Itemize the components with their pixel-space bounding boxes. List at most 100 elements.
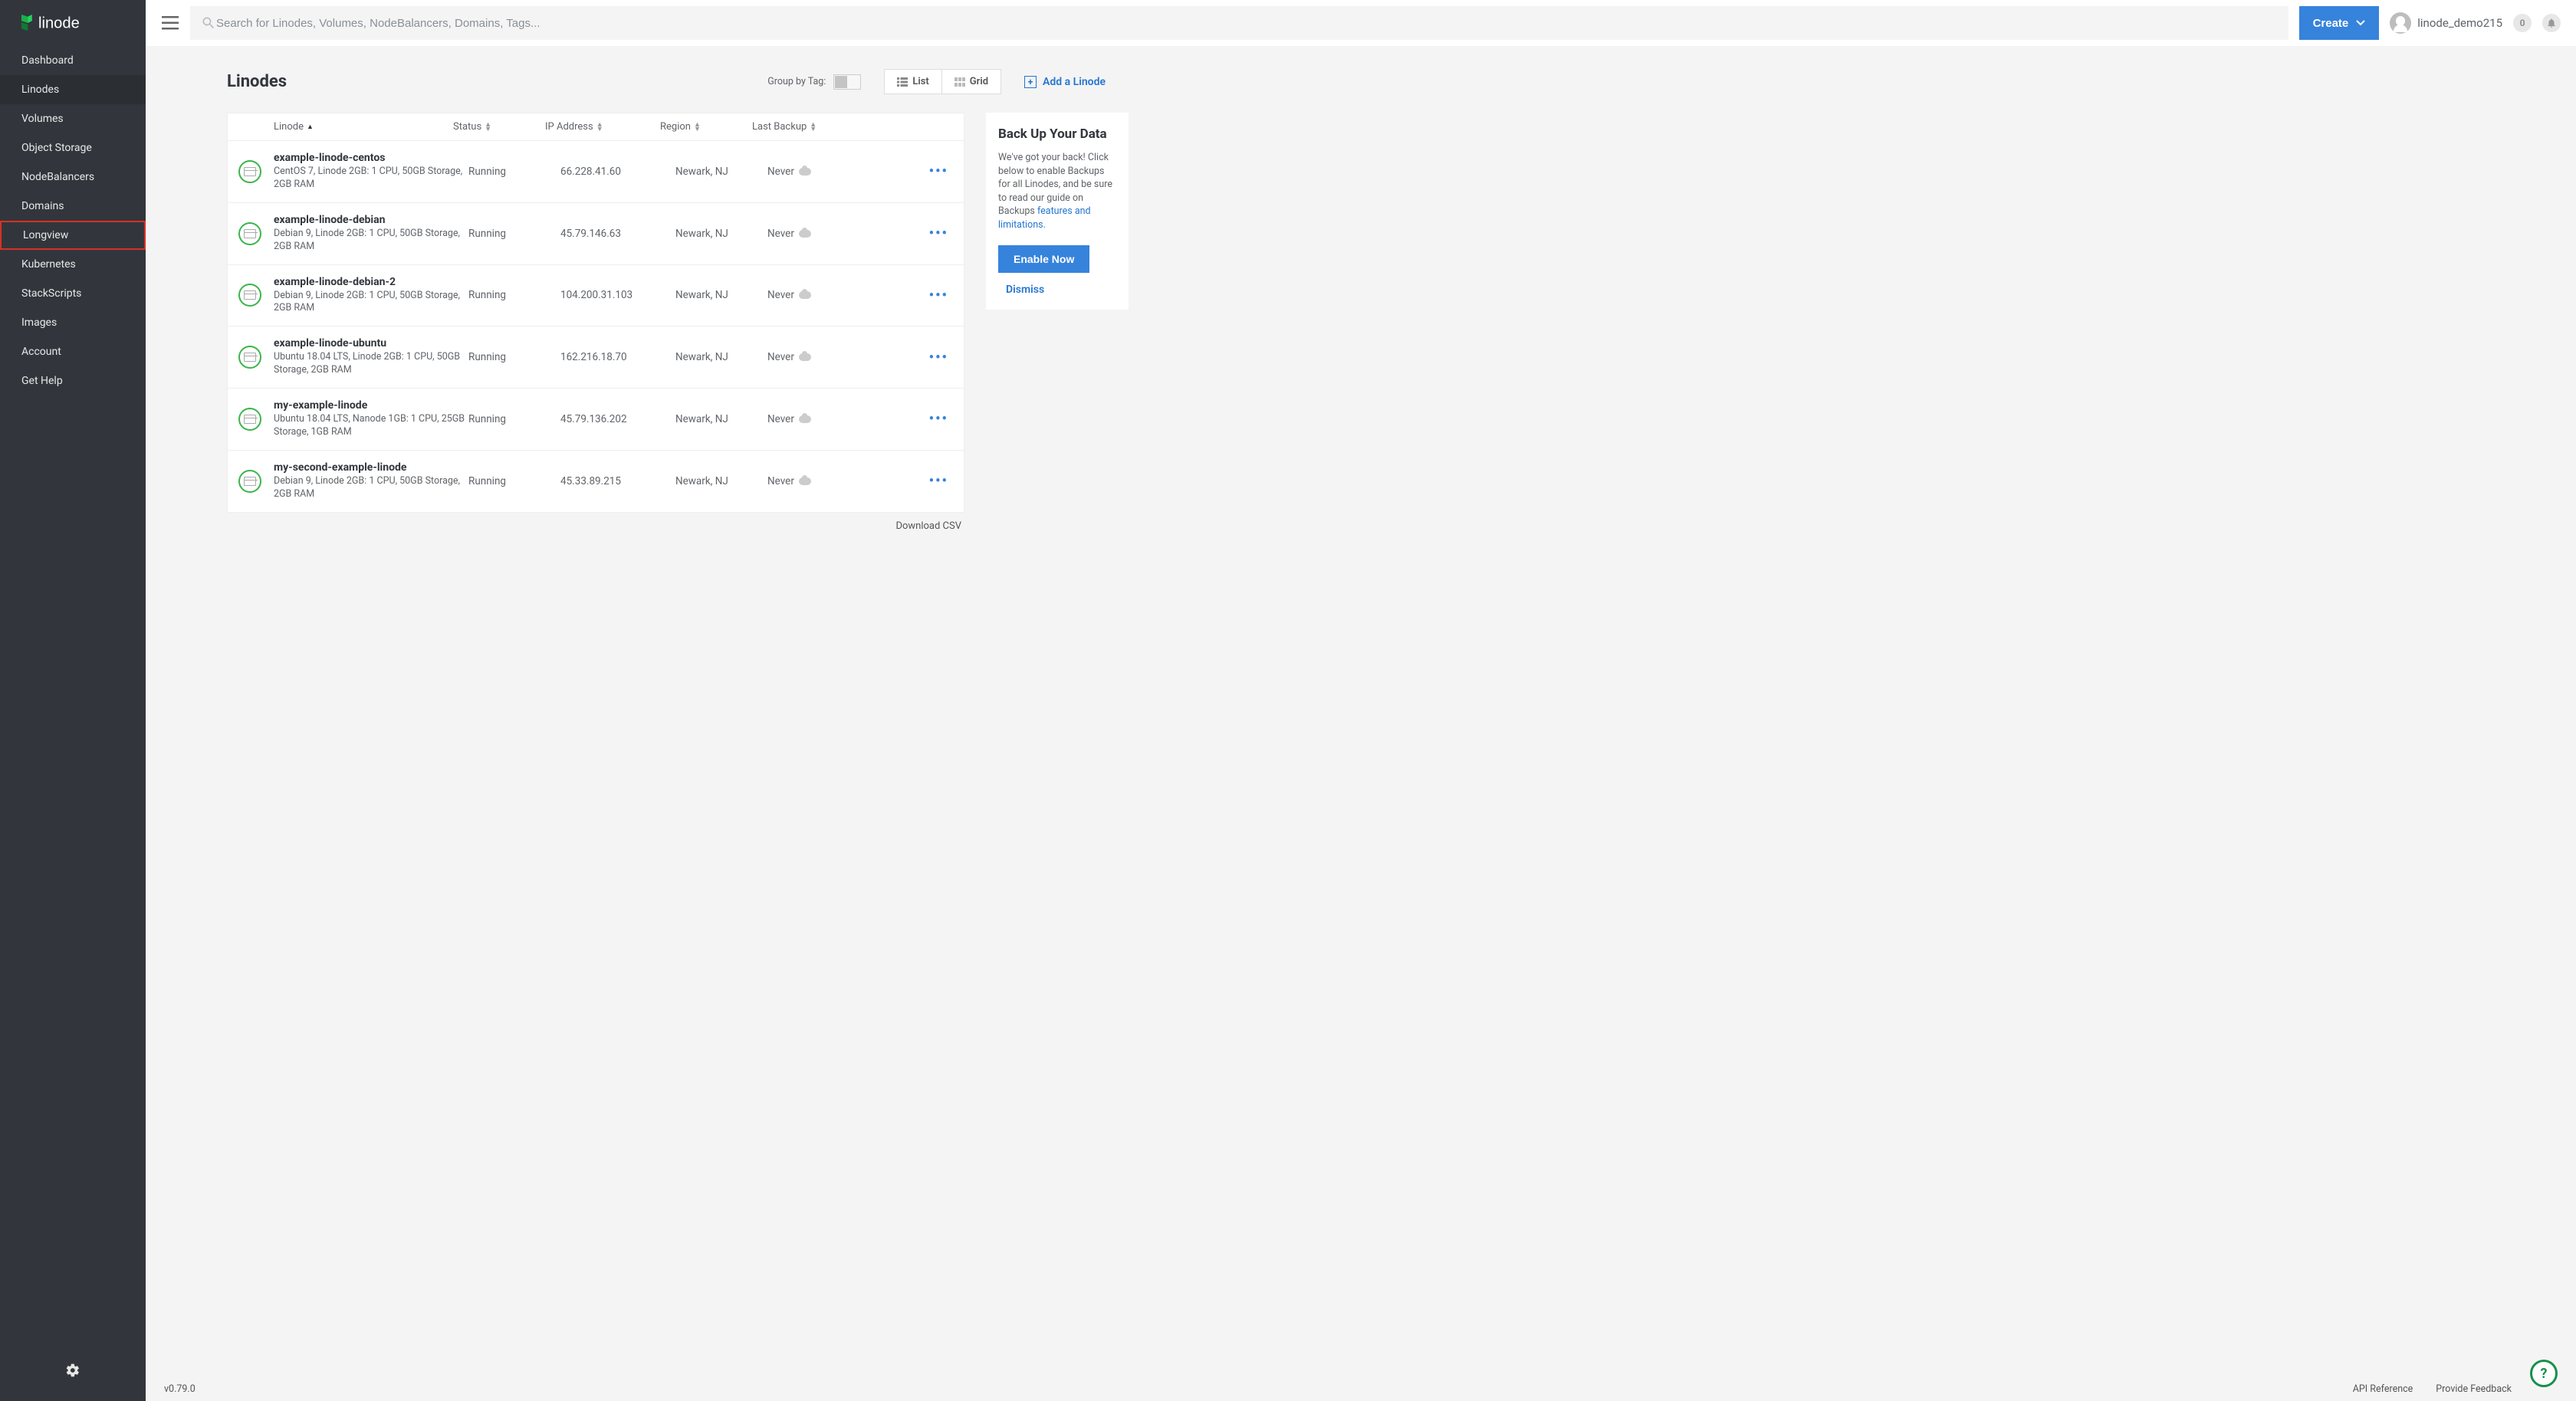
api-reference-link[interactable]: API Reference	[2353, 1383, 2413, 1395]
notification-count[interactable]: 0	[2513, 14, 2532, 32]
table-row[interactable]: my-second-example-linodeDebian 9, Linode…	[228, 451, 964, 512]
server-icon	[238, 408, 261, 431]
enable-backups-button[interactable]: Enable Now	[998, 245, 1089, 273]
backup-card-text: We've got your back! Click below to enab…	[998, 151, 1116, 231]
server-icon	[238, 470, 261, 493]
view-toggle: List Grid	[884, 69, 1001, 94]
sidebar-item-volumes[interactable]: Volumes	[0, 104, 146, 133]
search-input[interactable]	[216, 17, 2278, 30]
sidebar-item-domains[interactable]: Domains	[0, 192, 146, 221]
table-header: Linode▲ Status▲▼ IP Address▲▼ Region▲▼ L…	[228, 113, 964, 141]
svg-text:linode: linode	[38, 15, 80, 31]
user-menu[interactable]: linode_demo215	[2390, 12, 2502, 34]
sidebar-item-stackscripts[interactable]: StackScripts	[0, 279, 146, 308]
group-by-label: Group by Tag:	[767, 76, 826, 87]
plus-icon: +	[1024, 76, 1037, 88]
group-by-tag: Group by Tag:	[767, 74, 861, 90]
linode-name[interactable]: my-example-linode	[274, 399, 468, 412]
row-actions-menu[interactable]: •••	[929, 411, 948, 427]
create-button[interactable]: Create	[2299, 6, 2380, 40]
linode-region: Newark, NJ	[675, 413, 767, 425]
linode-spec: Ubuntu 18.04 LTS, Nanode 1GB: 1 CPU, 25G…	[274, 413, 468, 439]
server-icon	[238, 160, 261, 183]
linode-ip: 45.79.146.63	[560, 228, 675, 240]
linode-region: Newark, NJ	[675, 228, 767, 240]
view-grid-button[interactable]: Grid	[941, 70, 1001, 94]
table-row[interactable]: example-linode-debianDebian 9, Linode 2G…	[228, 203, 964, 265]
chevron-down-icon	[2356, 20, 2365, 26]
table-row[interactable]: example-linode-ubuntuUbuntu 18.04 LTS, L…	[228, 326, 964, 389]
linode-ip: 45.33.89.215	[560, 475, 675, 487]
cloud-icon	[799, 230, 811, 238]
download-csv[interactable]: Download CSV	[227, 513, 964, 532]
linode-status: Running	[468, 475, 560, 487]
question-icon: ?	[2541, 1366, 2548, 1382]
backup-card-title: Back Up Your Data	[998, 126, 1116, 142]
sidebar-item-linodes[interactable]: Linodes	[0, 75, 146, 104]
linode-name[interactable]: example-linode-centos	[274, 152, 468, 164]
version-label: v0.79.0	[164, 1383, 196, 1395]
linode-backup: Never	[767, 166, 859, 178]
sidebar-item-account[interactable]: Account	[0, 337, 146, 366]
col-status[interactable]: Status▲▼	[453, 121, 545, 133]
row-actions-menu[interactable]: •••	[929, 349, 948, 366]
help-fab[interactable]: ?	[2530, 1360, 2558, 1387]
row-actions-menu[interactable]: •••	[929, 473, 948, 489]
cloud-icon	[799, 168, 811, 176]
linode-spec: Debian 9, Linode 2GB: 1 CPU, 50GB Storag…	[274, 475, 468, 501]
backup-card: Back Up Your Data We've got your back! C…	[986, 113, 1129, 310]
linode-ip: 66.228.41.60	[560, 166, 675, 178]
sidebar-item-object-storage[interactable]: Object Storage	[0, 133, 146, 162]
list-icon	[897, 77, 908, 87]
linode-region: Newark, NJ	[675, 166, 767, 178]
col-ip[interactable]: IP Address▲▼	[545, 121, 660, 133]
table-row[interactable]: example-linode-centos CentOS 7, Linode 2G…	[228, 141, 964, 203]
sidebar-item-get-help[interactable]: Get Help	[0, 366, 146, 395]
hamburger-icon	[162, 16, 179, 30]
sidebar-item-kubernetes[interactable]: Kubernetes	[0, 250, 146, 279]
linode-ip: 162.216.18.70	[560, 351, 675, 363]
row-actions-menu[interactable]: •••	[929, 287, 948, 303]
linodes-table: Linode▲ Status▲▼ IP Address▲▼ Region▲▼ L…	[227, 113, 964, 513]
linode-status: Running	[468, 289, 560, 301]
sidebar-item-nodebalancers[interactable]: NodeBalancers	[0, 162, 146, 192]
group-by-toggle[interactable]	[833, 74, 861, 90]
header: Create linode_demo215 0	[146, 0, 2576, 46]
linode-ip: 45.79.136.202	[560, 413, 675, 425]
table-row[interactable]: example-linode-debian-2Debian 9, Linode …	[228, 265, 964, 327]
cloud-icon	[799, 477, 811, 485]
linode-status: Running	[468, 351, 560, 363]
brand-logo[interactable]: linode	[0, 0, 146, 46]
sidebar-item-images[interactable]: Images	[0, 308, 146, 337]
sidebar-item-longview[interactable]: Longview	[0, 221, 146, 250]
table-row[interactable]: my-example-linodeUbuntu 18.04 LTS, Nanod…	[228, 389, 964, 451]
dismiss-backup-card[interactable]: Dismiss	[998, 284, 1044, 296]
notifications-bell[interactable]	[2542, 14, 2561, 32]
row-actions-menu[interactable]: •••	[929, 163, 948, 179]
search-bar[interactable]	[190, 6, 2288, 40]
linode-status: Running	[468, 413, 560, 425]
cloud-icon	[799, 291, 811, 299]
linode-status: Running	[468, 166, 560, 178]
settings-gear[interactable]	[0, 1347, 146, 1401]
col-region[interactable]: Region▲▼	[660, 121, 752, 133]
linode-spec: CentOS 7, Linode 2GB: 1 CPU, 50GB Storag…	[274, 166, 468, 192]
provide-feedback-link[interactable]: Provide Feedback	[2436, 1383, 2512, 1395]
linode-name[interactable]: example-linode-debian	[274, 214, 468, 226]
linode-status: Running	[468, 228, 560, 240]
view-list-button[interactable]: List	[885, 70, 941, 94]
col-backup[interactable]: Last Backup▲▼	[752, 121, 844, 133]
avatar-icon	[2390, 12, 2411, 34]
linode-name[interactable]: example-linode-ubuntu	[274, 337, 468, 349]
linode-name[interactable]: my-second-example-linode	[274, 461, 468, 474]
linode-name[interactable]: example-linode-debian-2	[274, 276, 468, 288]
linode-region: Newark, NJ	[675, 475, 767, 487]
sidebar-item-dashboard[interactable]: Dashboard	[0, 46, 146, 75]
server-icon	[238, 222, 261, 245]
add-linode-button[interactable]: + Add a Linode	[1024, 76, 1106, 88]
col-linode[interactable]: Linode▲	[238, 121, 453, 133]
grid-icon	[955, 77, 965, 87]
cloud-icon	[799, 353, 811, 361]
row-actions-menu[interactable]: •••	[929, 225, 948, 241]
menu-toggle[interactable]	[161, 14, 179, 32]
